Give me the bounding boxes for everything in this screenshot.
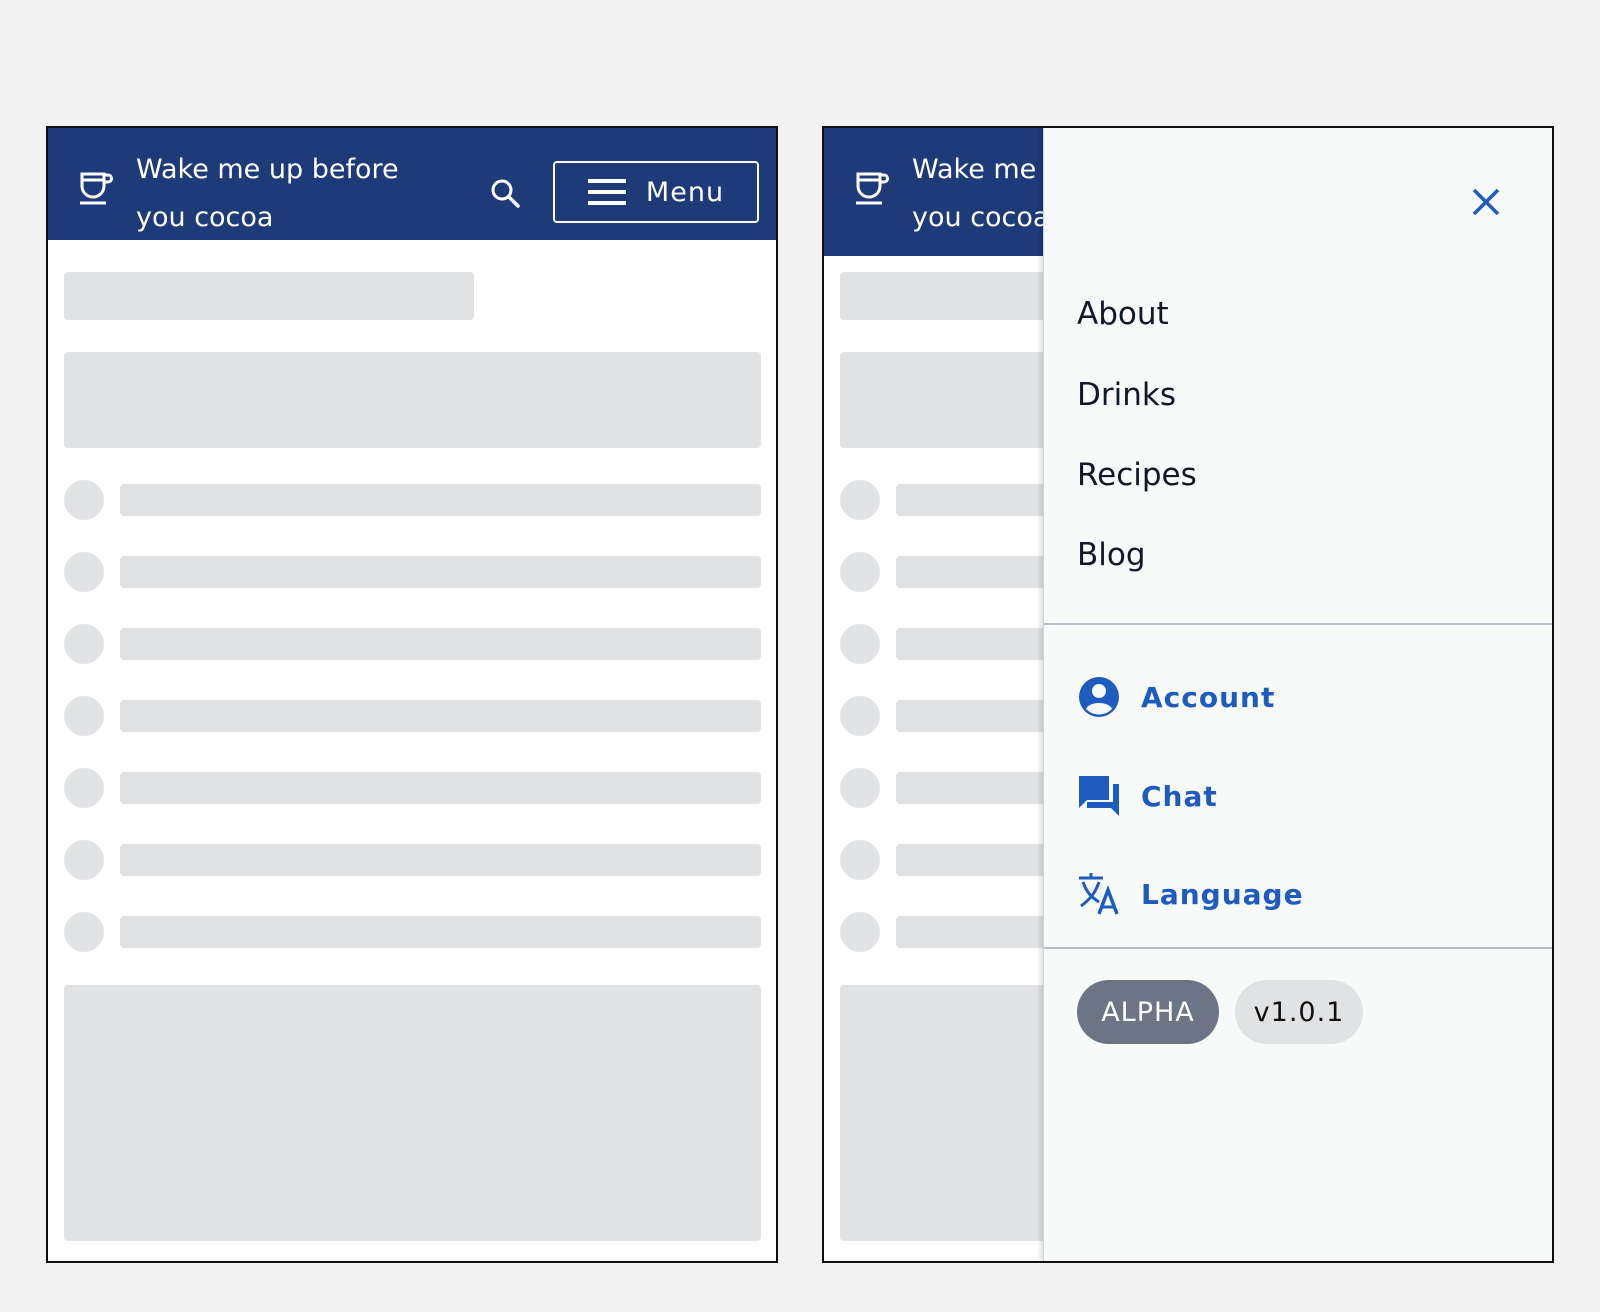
- mobile-frame-open: Wake me up before you cocoa About Drinks…: [822, 126, 1554, 1263]
- drawer-divider: [1044, 623, 1552, 625]
- account-circle-icon: [1079, 677, 1119, 717]
- skeleton-line: [120, 484, 761, 516]
- skeleton-avatar: [64, 912, 104, 952]
- skeleton-footer-block: [64, 985, 761, 1241]
- skeleton-avatar: [64, 768, 104, 808]
- skeleton-avatar: [64, 480, 104, 520]
- version-badge: v1.0.1: [1235, 980, 1363, 1044]
- skeleton-line: [120, 844, 761, 876]
- skeleton-avatar: [840, 840, 880, 880]
- menu-button[interactable]: Menu: [553, 161, 759, 223]
- translate-icon: [1079, 873, 1119, 915]
- nav-link-recipes[interactable]: Recipes: [1077, 455, 1197, 495]
- alpha-badge: ALPHA: [1077, 980, 1219, 1044]
- site-header: Wake me up before you cocoa Menu: [48, 128, 776, 240]
- skeleton-avatar: [840, 912, 880, 952]
- mobile-frame-closed: Wake me up before you cocoa Menu: [46, 126, 778, 1263]
- skeleton-title: [64, 272, 474, 320]
- skeleton-hero: [64, 352, 761, 448]
- skeleton-avatar: [840, 552, 880, 592]
- skeleton-line: [120, 700, 761, 732]
- nav-link-chat[interactable]: Chat: [1077, 774, 1218, 818]
- skeleton-line: [120, 916, 761, 948]
- navigation-drawer: About Drinks Recipes Blog Account Chat L…: [1043, 128, 1552, 1261]
- nav-link-label: Chat: [1141, 779, 1218, 813]
- hamburger-icon: [587, 179, 626, 205]
- nav-link-label: Account: [1141, 680, 1276, 714]
- nav-link-language[interactable]: Language: [1077, 872, 1304, 916]
- nav-link-drinks[interactable]: Drinks: [1077, 375, 1176, 415]
- skeleton-avatar: [64, 840, 104, 880]
- search-icon[interactable]: [488, 176, 524, 212]
- chat-bubbles-icon: [1079, 776, 1119, 816]
- skeleton-avatar: [64, 552, 104, 592]
- skeleton-avatar: [840, 768, 880, 808]
- skeleton-avatar: [64, 696, 104, 736]
- nav-link-label: Language: [1141, 877, 1304, 911]
- skeleton-line: [120, 628, 761, 660]
- nav-link-about[interactable]: About: [1077, 294, 1169, 334]
- close-icon[interactable]: [1468, 184, 1504, 220]
- nav-link-blog[interactable]: Blog: [1077, 535, 1146, 575]
- skeleton-avatar: [64, 624, 104, 664]
- skeleton-avatar: [840, 480, 880, 520]
- skeleton-avatar: [840, 696, 880, 736]
- menu-button-label: Menu: [645, 176, 725, 208]
- coffee-cup-icon[interactable]: [76, 168, 116, 208]
- skeleton-line: [120, 772, 761, 804]
- coffee-cup-icon[interactable]: [852, 168, 892, 208]
- skeleton-avatar: [840, 624, 880, 664]
- site-title[interactable]: Wake me up before you cocoa: [136, 146, 436, 242]
- nav-link-account[interactable]: Account: [1077, 675, 1275, 719]
- skeleton-line: [120, 556, 761, 588]
- drawer-divider: [1044, 947, 1552, 949]
